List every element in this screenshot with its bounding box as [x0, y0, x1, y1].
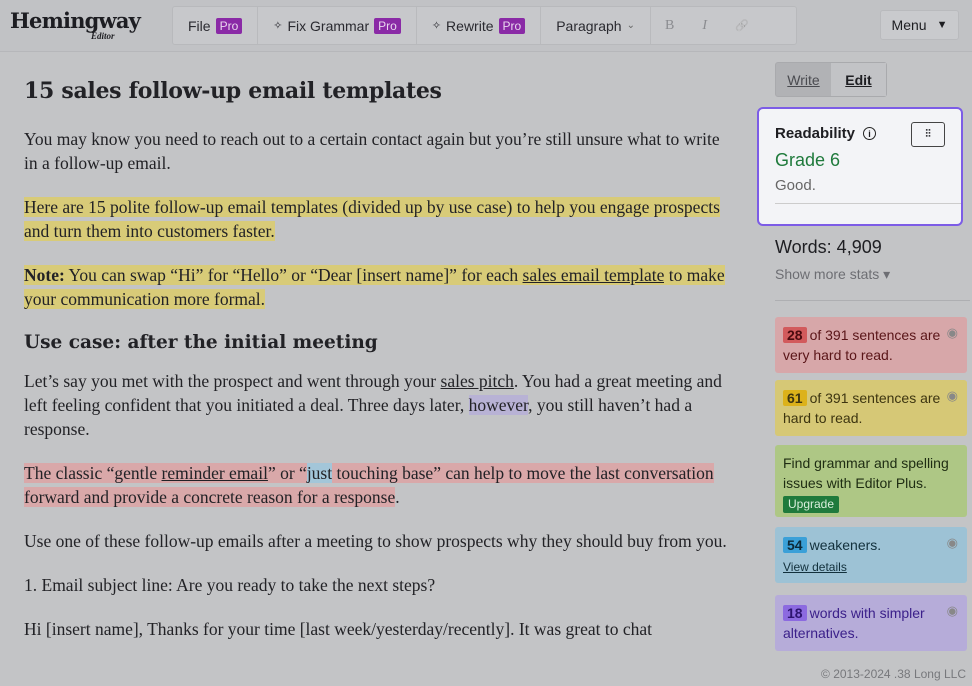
file-button[interactable]: File Pro [173, 7, 259, 44]
eye-icon[interactable]: ◉ [947, 533, 958, 553]
mode-toggle: Write Edit [775, 62, 887, 97]
readability-card: Readability i ⫶⫶ Grade 6 Good. [757, 107, 963, 226]
divider [775, 203, 961, 204]
inline-link[interactable]: sales email template [522, 265, 665, 285]
readability-heading: Readability [775, 125, 856, 142]
upgrade-button[interactable]: Upgrade [783, 496, 840, 513]
grammar-text: Find grammar and spelling issues with Ed… [783, 455, 949, 491]
hard-sentences-card: 61 of 391 sentences are hard to read. ◉ [775, 380, 967, 436]
editor[interactable]: 15 sales follow-up email templates You m… [0, 53, 760, 686]
sparkle-icon: ✧ [431, 20, 442, 32]
weakeners-count: 54 [783, 537, 807, 553]
pro-badge: Pro [498, 17, 526, 34]
text-segment: . [395, 487, 400, 507]
paragraph: You may know you need to reach out to a … [24, 127, 736, 175]
paragraph: 1. Email subject line: Are you ready to … [24, 573, 736, 597]
highlight-yellow: You can swap “Hi” for “Hello” or “Dear [… [64, 265, 523, 285]
grade-level: Grade 6 [775, 150, 841, 170]
edit-mode-button[interactable]: Edit [831, 63, 886, 96]
sliders-icon[interactable]: ⫶⫶ [911, 122, 945, 147]
grammar-upsell-card: Find grammar and spelling issues with Ed… [775, 445, 967, 517]
rewrite-label: Rewrite [446, 17, 494, 34]
inline-link[interactable]: reminder email [161, 463, 268, 483]
file-label: File [188, 17, 211, 34]
logo: Hemingway [10, 8, 141, 33]
text-segment: Use one of these follow-up emails after … [24, 531, 727, 551]
rewrite-button[interactable]: ✧ Rewrite Pro [417, 7, 540, 44]
word-count: Words: 4,909 [775, 237, 882, 257]
section-heading: Use case: after the initial meeting [24, 332, 378, 353]
weakeners-card: 54 weakeners. View details ◉ [775, 527, 967, 583]
eye-icon[interactable]: ◉ [947, 323, 958, 343]
document-title: 15 sales follow-up email templates [24, 78, 442, 104]
paragraph: Note: You can swap “Hi” for “Hello” or “… [24, 263, 736, 311]
hard-count: 61 [783, 390, 807, 406]
fix-grammar-label: Fix Grammar [287, 17, 370, 34]
pro-badge: Pro [374, 17, 401, 34]
view-details-link[interactable]: View details [783, 557, 959, 577]
paragraph: The classic “gentle reminder email” or “… [24, 461, 736, 509]
divider [775, 300, 970, 301]
eye-icon[interactable]: ◉ [947, 601, 958, 621]
pro-badge: Pro [215, 17, 243, 34]
logo-subtitle: Editor [91, 31, 115, 41]
show-more-stats[interactable]: Show more stats ▾ [775, 266, 890, 283]
text-segment: 1. Email subject line: Are you ready to … [24, 575, 436, 595]
text-segment: You may know you need to reach out to a … [24, 129, 720, 173]
highlight-purple: however [468, 395, 529, 415]
highlight-red: ” or “ [267, 463, 307, 483]
highlight-yellow: Note: [24, 265, 65, 285]
highlight-blue: just [306, 463, 333, 483]
link-icon[interactable]: 🔗 [721, 19, 763, 32]
paragraph-dropdown[interactable]: Paragraph ⌄ [540, 7, 651, 44]
document-body: You may know you need to reach out to a … [24, 127, 736, 641]
eye-icon[interactable]: ◉ [947, 386, 958, 406]
menu-label: Menu [891, 17, 927, 33]
inline-link[interactable]: sales pitch [441, 371, 514, 391]
write-mode-button[interactable]: Write [776, 63, 831, 96]
highlight-yellow: Here are 15 polite follow-up email templ… [24, 197, 720, 241]
menu-button[interactable]: Menu ▼ [880, 10, 959, 40]
paragraph: Here are 15 polite follow-up email templ… [24, 195, 736, 243]
bold-button[interactable]: B [651, 18, 688, 34]
toolbar: File Pro ✧ Fix Grammar Pro ✧ Rewrite Pro Para… [172, 6, 797, 45]
grade-description: Good. [775, 177, 816, 194]
weakeners-text: weakeners. [809, 537, 882, 553]
italic-button[interactable]: I [688, 18, 721, 34]
text-segment: Hi [insert name], Thanks for your time [… [24, 619, 652, 639]
app-header: Hemingway Editor File Pro ✧ Fix Grammar Pro… [0, 0, 972, 52]
chevron-down-icon: ⌄ [626, 20, 635, 31]
text-segment: Let’s say you met with the prospect and … [24, 371, 441, 391]
paragraph: Hi [insert name], Thanks for your time [… [24, 617, 736, 641]
paragraph: Let’s say you met with the prospect and … [24, 369, 736, 441]
sparkle-icon: ✧ [273, 20, 283, 32]
copyright: © 2013-2024 .38 Long LLC [821, 667, 966, 681]
caret-down-icon: ▼ [936, 19, 948, 31]
highlight-red: The classic “gentle [24, 463, 162, 483]
paragraph-label: Paragraph [556, 17, 622, 34]
fix-grammar-button[interactable]: ✧ Fix Grammar Pro [258, 7, 417, 44]
paragraph: Use one of these follow-up emails after … [24, 529, 736, 553]
sidebar: Write Edit Readability i ⫶⫶ Grade 6 Good.… [757, 53, 972, 686]
info-icon[interactable]: i [863, 127, 877, 140]
simpler-alternatives-card: 18 words with simpler alternatives. ◉ [775, 595, 967, 651]
simpler-count: 18 [783, 605, 807, 621]
very-hard-count: 28 [783, 327, 807, 343]
very-hard-sentences-card: 28 of 391 sentences are very hard to read… [775, 317, 967, 373]
